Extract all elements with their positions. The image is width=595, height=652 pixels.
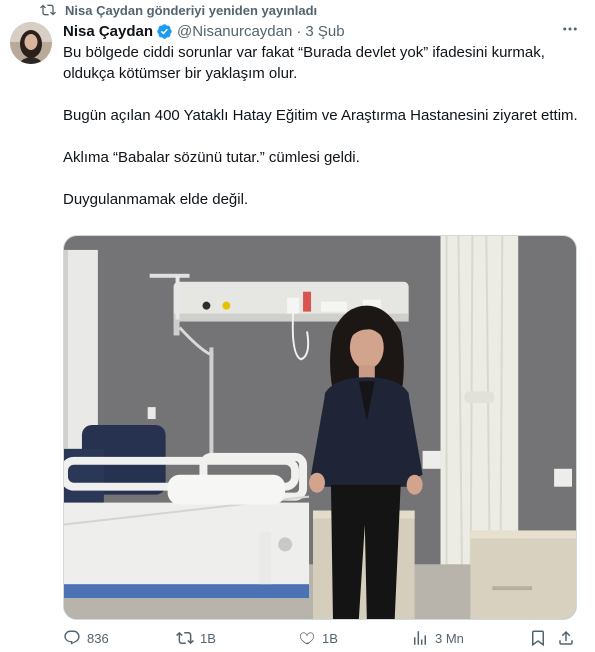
retweet-count: 1B <box>200 630 216 646</box>
heart-icon <box>299 632 315 645</box>
retweet-icon <box>40 4 56 16</box>
bookmark-button[interactable] <box>529 629 547 647</box>
bookmark-icon <box>532 630 544 647</box>
more-dots-icon <box>563 27 577 31</box>
share-icon <box>559 630 573 645</box>
reply-count: 836 <box>87 630 109 646</box>
repost-indicator[interactable]: Nisa Çaydan gönderiyi yeniden yayınladı <box>40 1 317 19</box>
share-button[interactable] <box>557 629 575 647</box>
bar-chart-icon <box>414 631 426 645</box>
tweet-actions: 836 1B 1B 3 Mn <box>63 628 577 648</box>
separator-dot: · <box>296 22 302 40</box>
author-handle[interactable]: @Nisanurcaydan <box>177 23 292 40</box>
verified-badge-icon <box>157 23 172 39</box>
hospital-room-photo <box>64 236 576 619</box>
avatar-image <box>10 22 52 64</box>
more-options-button[interactable] <box>559 18 581 40</box>
tweet-paragraph: Duygulanmamak elde değil. <box>63 191 249 208</box>
reply-icon <box>64 630 80 645</box>
views-count: 3 Mn <box>435 630 464 646</box>
reply-button[interactable]: 836 <box>63 629 109 647</box>
tweet-photo[interactable] <box>63 235 577 620</box>
tweet-paragraph: Aklıma “Babalar sözünü tutar.” cümlesi g… <box>63 149 360 166</box>
like-button[interactable]: 1B <box>298 629 338 647</box>
views-button[interactable]: 3 Mn <box>411 629 464 647</box>
retweet-icon <box>176 631 194 645</box>
avatar[interactable] <box>10 22 52 64</box>
retweet-button[interactable]: 1B <box>176 629 216 647</box>
tweet-header: Nisa Çaydan @Nisanurcaydan · 3 Şub <box>63 21 345 41</box>
repost-text: Nisa Çaydan gönderiyi yeniden yayınladı <box>65 2 318 18</box>
tweet-paragraph: Bugün açılan 400 Yataklı Hatay Eğitim ve… <box>63 107 578 124</box>
tweet-paragraph: Bu bölgede ciddi sorunlar var fakat “Bur… <box>63 44 545 82</box>
author-name[interactable]: Nisa Çaydan <box>63 23 153 40</box>
like-count: 1B <box>322 630 338 646</box>
tweet-timestamp[interactable]: 3 Şub <box>305 23 344 40</box>
tweet-text: Bu bölgede ciddi sorunlar var fakat “Bur… <box>63 42 578 210</box>
